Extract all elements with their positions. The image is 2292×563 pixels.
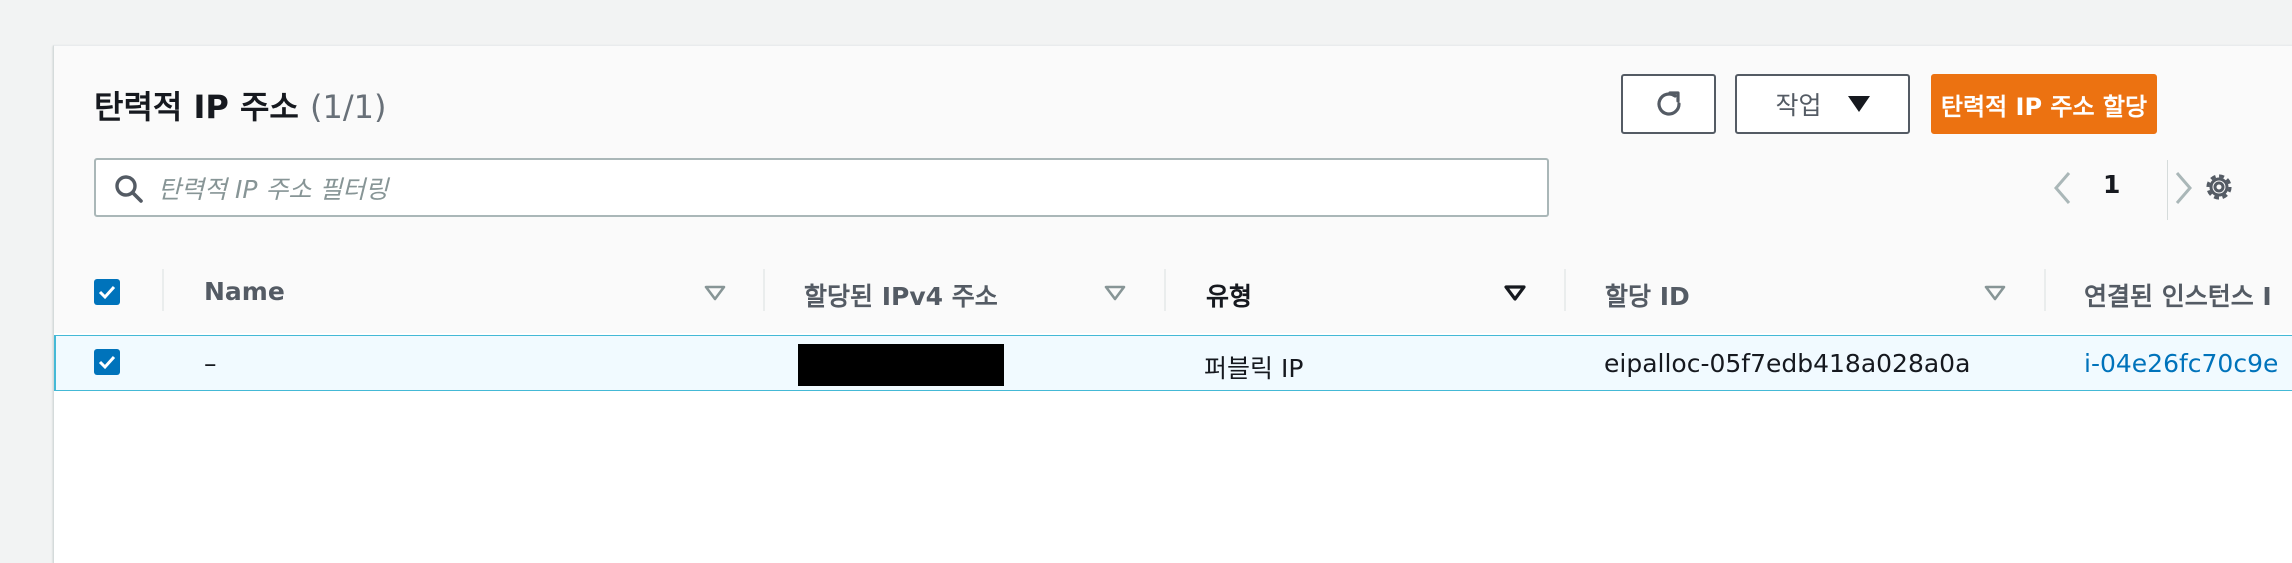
cell-allocation-id: eipalloc-05f7edb418a028a0a — [1604, 349, 1971, 378]
row-checkbox[interactable] — [94, 349, 120, 375]
selection-count: (1/1) — [309, 88, 387, 126]
column-header-allocation-id[interactable]: 할당 ID — [1605, 277, 1690, 313]
sort-triangle-icon[interactable] — [1104, 285, 1126, 301]
column-separator — [1564, 269, 1566, 311]
chevron-right-icon[interactable] — [2171, 170, 2195, 206]
caret-down-icon — [1847, 96, 1870, 112]
actions-dropdown-button[interactable]: 작업 — [1735, 74, 1910, 134]
column-header-ipv4[interactable]: 할당된 IPv4 주소 — [804, 277, 998, 313]
title-text: 탄력적 IP 주소 — [94, 88, 299, 126]
column-header-name[interactable]: Name — [204, 277, 285, 306]
sort-triangle-icon[interactable] — [1984, 285, 2006, 301]
chevron-left-icon[interactable] — [2051, 170, 2075, 206]
select-all-checkbox[interactable] — [94, 279, 120, 305]
cell-instance-link[interactable]: i-04e26fc70c9e — [2084, 349, 2278, 378]
column-separator — [1164, 269, 1166, 311]
cell-type: 퍼블릭 IP — [1204, 354, 1304, 383]
column-separator — [2044, 269, 2046, 311]
refresh-button[interactable] — [1621, 74, 1716, 134]
column-header-type[interactable]: 유형 — [1206, 277, 1252, 313]
table-header: Name 할당된 IPv4 주소 유형 할당 ID 연결된 인스턴스 I — [54, 249, 2292, 333]
column-header-instance-id[interactable]: 연결된 인스턴스 I — [2084, 277, 2272, 313]
elastic-ip-panel: 탄력적 IP 주소 (1/1) 작업 탄력적 IP 주소 할당 1 — [53, 45, 2292, 563]
sort-triangle-icon[interactable] — [704, 285, 726, 301]
search-box[interactable] — [94, 158, 1549, 217]
search-icon — [115, 175, 143, 203]
column-separator — [763, 269, 765, 311]
check-icon — [98, 285, 116, 300]
table-row[interactable]: – 퍼블릭 IP eipalloc-05f7edb418a028a0a i-04… — [54, 335, 2292, 391]
panel-header: 탄력적 IP 주소 (1/1) 작업 탄력적 IP 주소 할당 1 — [54, 46, 2292, 250]
page-number[interactable]: 1 — [2103, 170, 2120, 199]
refresh-icon — [1656, 91, 1681, 116]
check-icon — [98, 355, 116, 370]
search-input[interactable] — [156, 170, 1540, 208]
sort-triangle-icon[interactable] — [1504, 285, 1526, 301]
allocate-label: 탄력적 IP 주소 할당 — [1940, 92, 2148, 121]
actions-label: 작업 — [1775, 91, 1822, 120]
column-separator — [162, 269, 164, 311]
cell-name: – — [204, 349, 217, 378]
allocate-elastic-ip-button[interactable]: 탄력적 IP 주소 할당 — [1931, 74, 2157, 134]
pager-divider — [2167, 160, 2168, 220]
gear-icon[interactable] — [2201, 169, 2237, 205]
redacted-ipv4 — [798, 344, 1004, 386]
page-title: 탄력적 IP 주소 (1/1) — [94, 82, 386, 128]
